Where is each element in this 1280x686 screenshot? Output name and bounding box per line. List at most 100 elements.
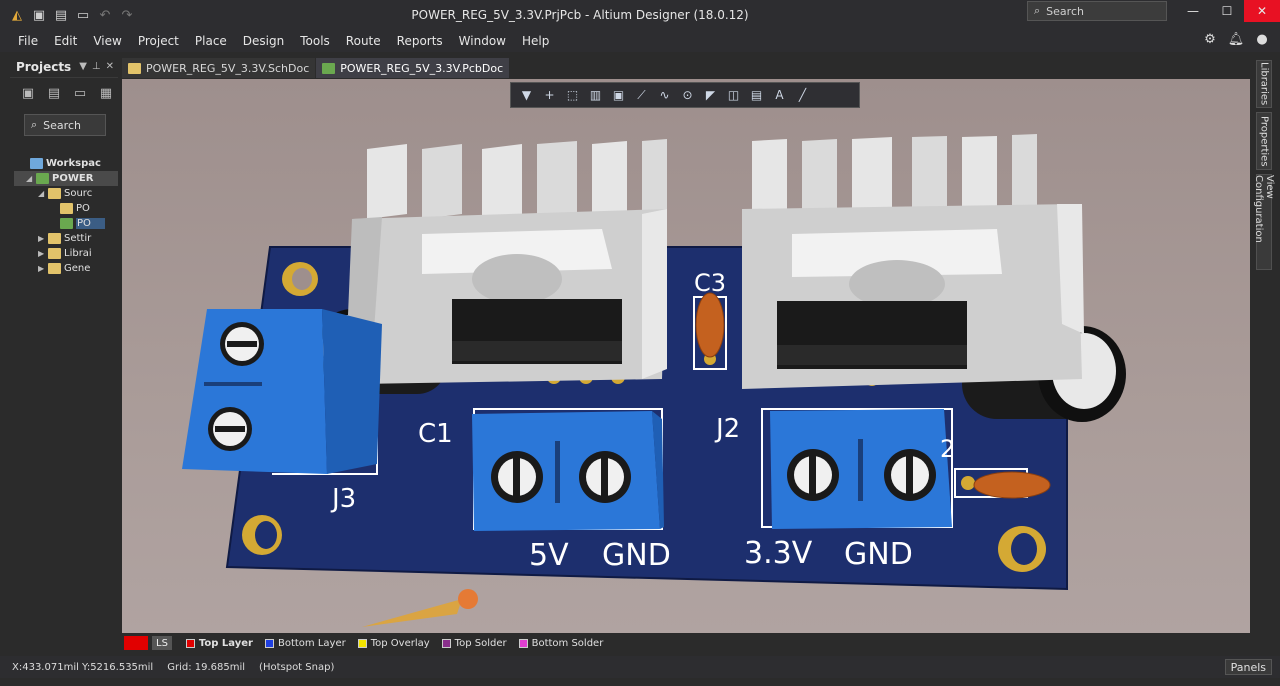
search-icon: ⌕	[31, 118, 38, 131]
folder-icon	[48, 248, 61, 259]
tree-item-libraries[interactable]: ▶ Librai	[14, 246, 118, 261]
layer-swatch	[185, 638, 195, 648]
layer-tab-bottom-solder[interactable]: Bottom Solder	[515, 635, 608, 651]
menu-edit[interactable]: Edit	[46, 34, 85, 48]
silk-label-5v: 5V	[529, 538, 569, 573]
layer-swatch	[357, 638, 367, 648]
layer-tab-top-layer[interactable]: Top Layer	[182, 635, 257, 651]
dimension-icon[interactable]: ▤	[749, 88, 764, 103]
mounting-hole-center	[1011, 533, 1037, 565]
tree-item-label: Librai	[64, 248, 92, 259]
projects-panel: Projects ▼ ⊥ ✕ ▣ ▤ ▭ ▦ ⌕ Search Workspac…	[10, 56, 118, 646]
maximize-button[interactable]: ☐	[1210, 0, 1244, 22]
panel-close-icon[interactable]: ✕	[106, 61, 114, 72]
place-via-icon[interactable]: ⊙	[680, 88, 695, 103]
window-controls: — ☐ ✕	[1176, 0, 1280, 22]
layer-tab-top-overlay[interactable]: Top Overlay	[354, 635, 434, 651]
tree-item-source[interactable]: ◢ Sourc	[14, 186, 118, 201]
panel-menu-icon[interactable]: ▼	[79, 61, 87, 72]
tree-item-label: Workspac	[46, 158, 101, 169]
cursor-glow	[362, 599, 462, 627]
polygon-icon[interactable]: ◤	[703, 88, 718, 103]
silk-label-3v3: 3.3V	[744, 536, 813, 571]
project-options-icon[interactable]: ▦	[98, 85, 114, 101]
tree-arrow-icon[interactable]: ▶	[38, 264, 48, 273]
tree-arrow-icon[interactable]: ◢	[38, 189, 48, 198]
tree-item-workspace[interactable]: Workspac	[14, 156, 118, 171]
filter-icon[interactable]: ▼	[519, 88, 534, 103]
tree-item-label: PO	[76, 218, 105, 229]
menu-design[interactable]: Design	[235, 34, 292, 48]
tree-arrow-icon[interactable]: ▶	[38, 234, 48, 243]
current-layer-color[interactable]	[124, 636, 148, 650]
tab-pcbdoc[interactable]: POWER_REG_5V_3.3V.PcbDoc	[316, 58, 511, 78]
silk-label-j3: J3	[330, 484, 356, 514]
close-button[interactable]: ✕	[1244, 0, 1280, 22]
align-icon[interactable]: ▥	[588, 88, 603, 103]
project-folder-icon[interactable]: ▭	[72, 85, 88, 101]
tree-arrow-icon[interactable]: ▶	[38, 249, 48, 258]
menu-route[interactable]: Route	[338, 34, 389, 48]
panels-button[interactable]: Panels	[1224, 659, 1272, 675]
menu-help[interactable]: Help	[514, 34, 557, 48]
silk-label-gnd-2: GND	[844, 537, 913, 572]
menu-view[interactable]: View	[85, 34, 129, 48]
mounting-hole-center	[255, 521, 277, 549]
tree-item-project[interactable]: ◢ POWER	[14, 171, 118, 186]
save-project-icon[interactable]: ▣	[20, 85, 36, 101]
compile-icon[interactable]: ▤	[46, 85, 62, 101]
crosshair-icon[interactable]: +	[542, 88, 557, 103]
tree-arrow-icon[interactable]: ◢	[26, 174, 36, 183]
layer-label: Top Overlay	[370, 637, 430, 649]
tree-item-generated[interactable]: ▶ Gene	[14, 261, 118, 276]
status-bar: X:433.071mil Y:5216.535mil Grid: 19.685m…	[0, 656, 1280, 678]
layer-label: Bottom Layer	[277, 637, 346, 649]
side-tab-properties[interactable]: Properties	[1256, 112, 1272, 170]
region-icon[interactable]: ◫	[726, 88, 741, 103]
layer-set-button[interactable]: LS	[152, 636, 172, 650]
minimize-button[interactable]: —	[1176, 0, 1210, 22]
tree-item-label: POWER	[52, 173, 94, 184]
layer-tab-bottom-layer[interactable]: Bottom Layer	[261, 635, 350, 651]
line-icon[interactable]: ╱	[795, 88, 810, 103]
menu-reports[interactable]: Reports	[389, 34, 451, 48]
heatsink-left	[347, 139, 667, 384]
mounting-hole-center	[292, 268, 312, 290]
text-icon[interactable]: A	[772, 88, 787, 103]
layer-label: Top Layer	[198, 637, 253, 649]
tab-label: POWER_REG_5V_3.3V.SchDoc	[146, 61, 310, 75]
menu-bar: File Edit View Project Place Design Tool…	[0, 30, 1280, 52]
menu-project[interactable]: Project	[130, 34, 187, 48]
menu-file[interactable]: File	[10, 34, 46, 48]
pad	[961, 476, 975, 490]
tab-schdoc[interactable]: POWER_REG_5V_3.3V.SchDoc	[122, 58, 317, 78]
tree-item-pcbdoc[interactable]: PO	[14, 216, 118, 231]
projects-search-box[interactable]: ⌕ Search	[24, 114, 106, 136]
menu-place[interactable]: Place	[187, 34, 235, 48]
schematic-doc-icon	[60, 203, 73, 214]
layer-tab-top-solder[interactable]: Top Solder	[438, 635, 511, 651]
component-icon[interactable]: ▣	[611, 88, 626, 103]
interactive-route-icon[interactable]: ∿	[657, 88, 672, 103]
folder-icon	[48, 263, 61, 274]
side-tab-libraries[interactable]: Libraries	[1256, 60, 1272, 108]
gear-icon[interactable]: ⚙	[1202, 31, 1218, 47]
menu-window[interactable]: Window	[451, 34, 514, 48]
status-grid: Grid: 19.685mil	[167, 661, 246, 673]
select-area-icon[interactable]: ⬚	[565, 88, 580, 103]
pcb-3d-viewport[interactable]: C3 C1 J2 J3 2 5V GND 3.3V GND ▼ + ⬚ ▥ ▣ …	[122, 79, 1250, 633]
user-icon[interactable]: ●	[1254, 31, 1270, 47]
route-icon[interactable]: ⟋	[634, 88, 649, 103]
side-tab-view-configuration[interactable]: View Configuration	[1253, 174, 1275, 270]
menu-tools[interactable]: Tools	[292, 34, 338, 48]
tree-item-label: PO	[76, 203, 90, 214]
tab-label: POWER_REG_5V_3.3V.PcbDoc	[340, 61, 504, 75]
projects-panel-header: Projects ▼ ⊥ ✕	[10, 56, 118, 78]
pin-icon[interactable]: ⊥	[92, 61, 101, 72]
window-title: POWER_REG_5V_3.3V.PrjPcb - Altium Design…	[411, 8, 749, 22]
tree-item-settings[interactable]: ▶ Settir	[14, 231, 118, 246]
global-search-box[interactable]: ⌕ Search	[1027, 1, 1167, 21]
tree-item-schdoc[interactable]: PO	[14, 201, 118, 216]
terminal-block-j3	[182, 309, 382, 474]
bell-icon[interactable]: 🔔︎	[1228, 31, 1245, 47]
